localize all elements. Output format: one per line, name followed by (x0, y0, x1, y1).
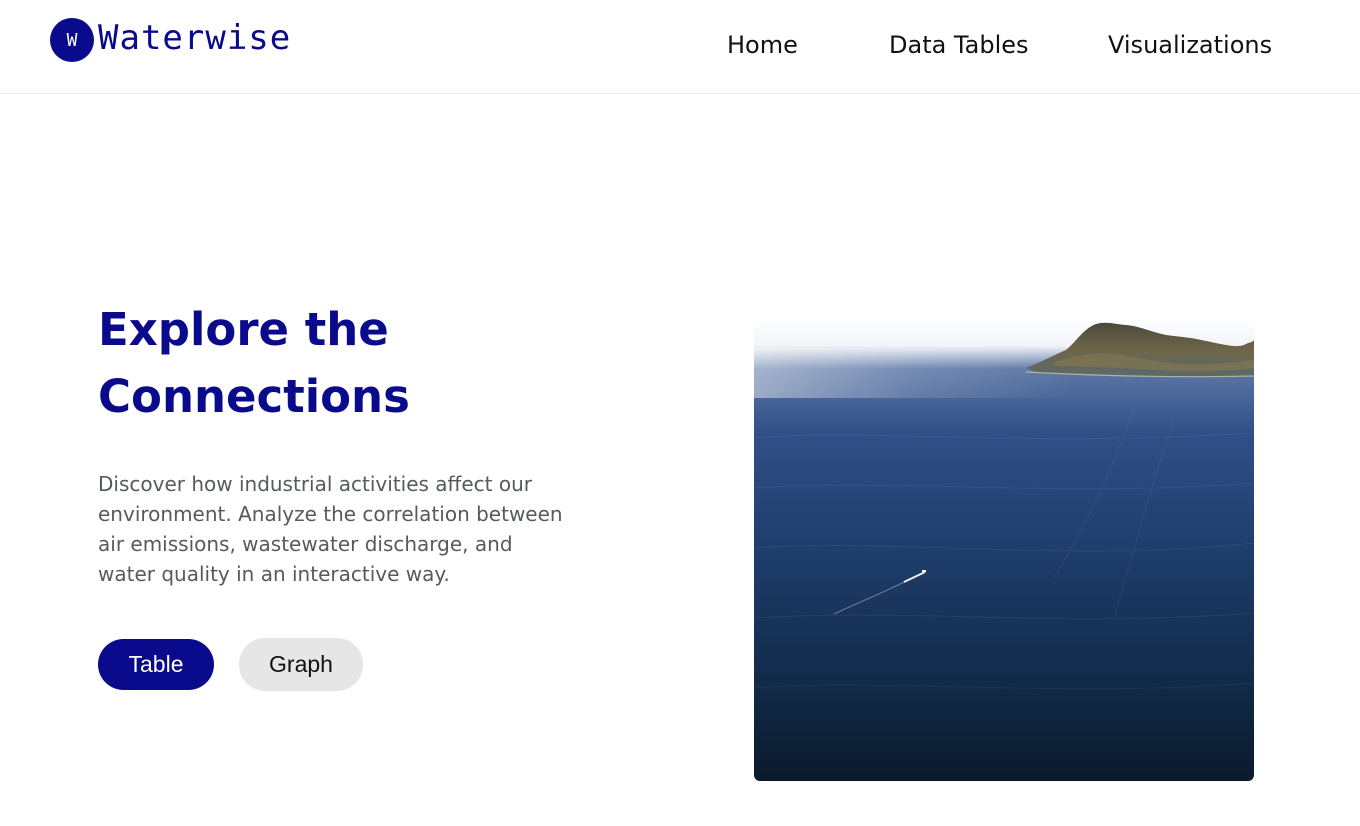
logo-icon: W (50, 18, 94, 62)
nav-link-data-tables[interactable]: Data Tables (889, 30, 1029, 60)
nav-link-visualizations[interactable]: Visualizations (1108, 30, 1272, 60)
nav-link-home[interactable]: Home (727, 30, 798, 60)
hero-image (754, 318, 1254, 781)
hero-description: Discover how industrial activities affec… (98, 472, 563, 586)
hero-title: Explore the Connections (98, 303, 410, 423)
brand-name: Waterwise (98, 18, 292, 58)
ocean-island-image (754, 318, 1254, 781)
graph-button[interactable]: Graph (239, 638, 363, 691)
table-button[interactable]: Table (98, 639, 214, 690)
navbar: W Waterwise Home Data Tables Visualizati… (0, 0, 1360, 94)
brand-logo-link[interactable]: W Waterwise (50, 18, 291, 62)
